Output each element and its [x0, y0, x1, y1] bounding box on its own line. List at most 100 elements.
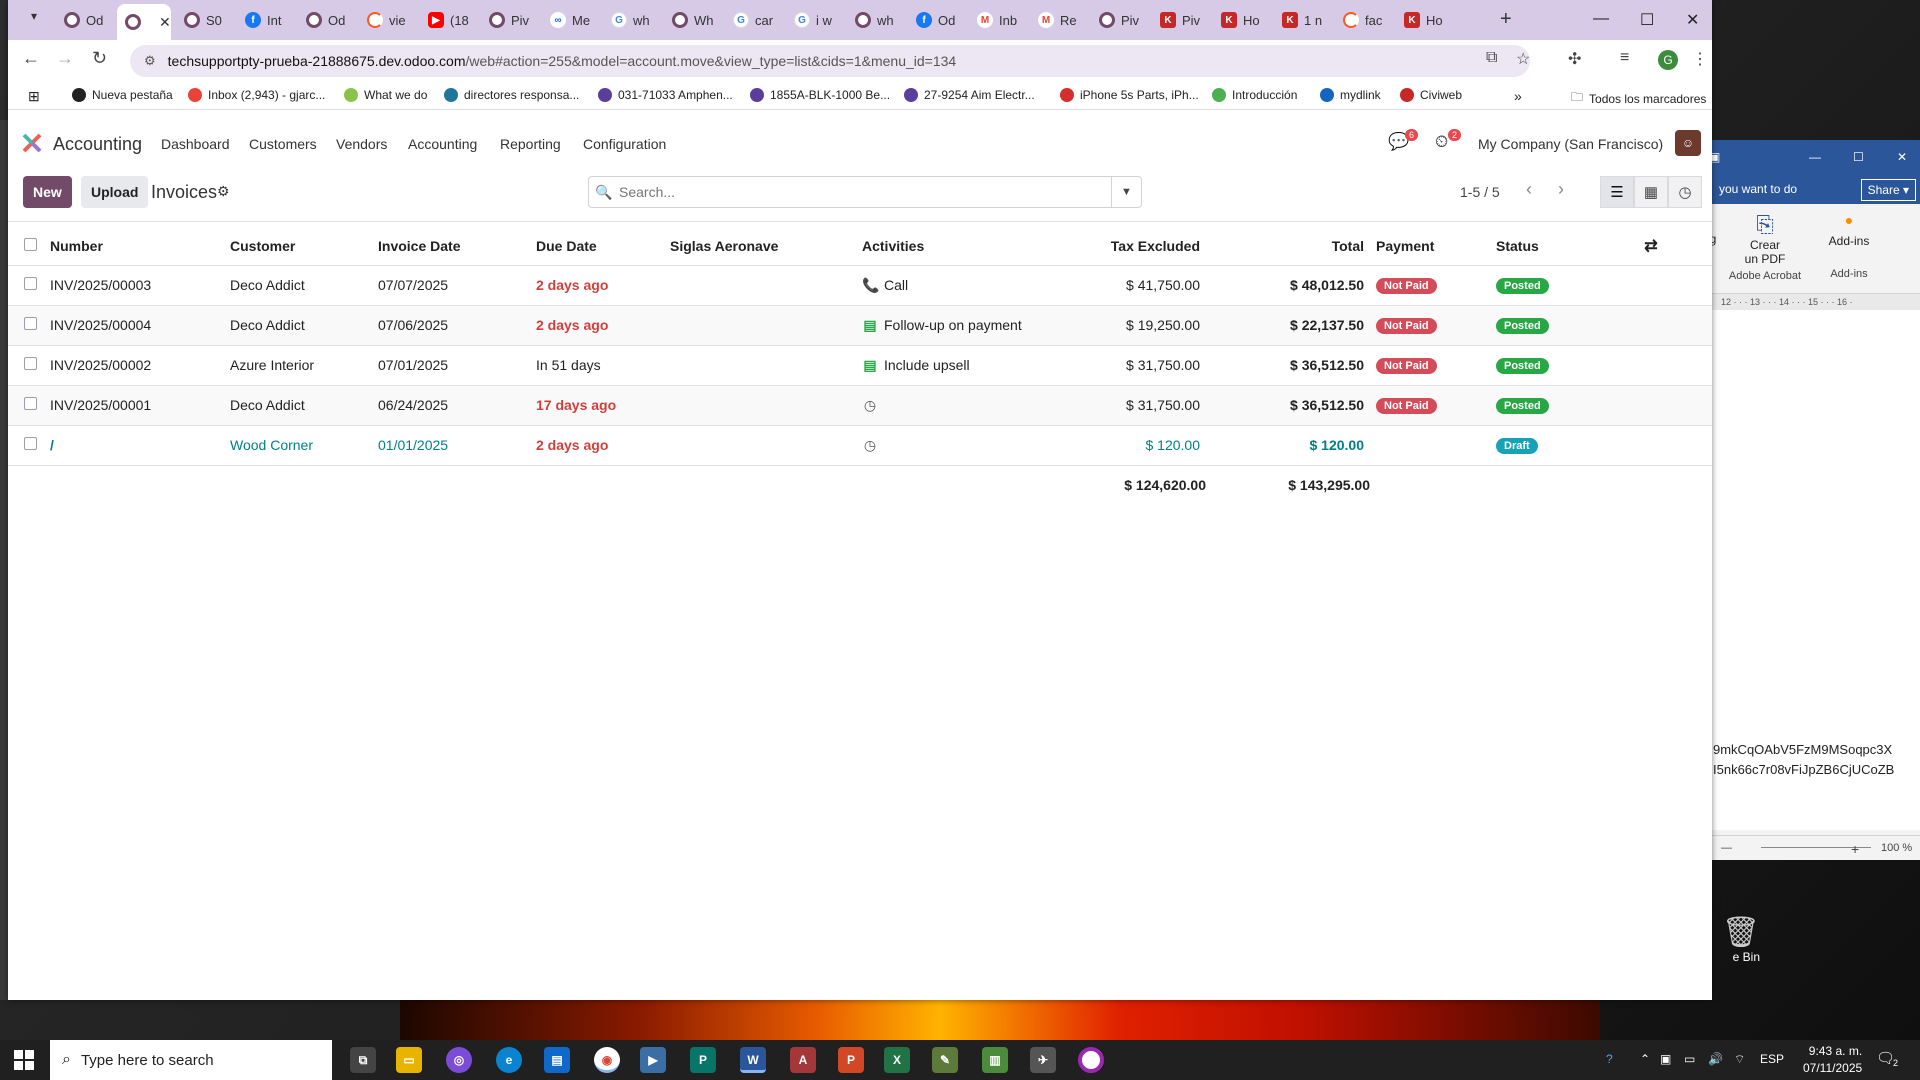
- extensions-icon[interactable]: ✣: [1568, 49, 1581, 69]
- table-row[interactable]: INV/2025/00004 Deco Addict 07/06/2025 2 day…: [8, 305, 1712, 346]
- bookmark-star-icon[interactable]: ☆: [1516, 49, 1530, 69]
- browser-tab[interactable]: Gwh: [603, 4, 659, 36]
- battery-icon[interactable]: ▭: [1684, 1052, 1695, 1066]
- activity-cell[interactable]: ▤ Follow-up on payment: [856, 305, 1056, 346]
- minimize-button[interactable]: —: [1593, 10, 1609, 28]
- tab-search-button[interactable]: ▾: [22, 9, 46, 31]
- copilot-icon[interactable]: ◎: [446, 1047, 472, 1073]
- optional-columns-icon[interactable]: ⇄: [1590, 227, 1712, 266]
- table-row[interactable]: INV/2025/00002 Azure Interior 07/01/2025 In…: [8, 345, 1712, 386]
- table-row[interactable]: INV/2025/00001 Deco Addict 06/24/2025 17 da…: [8, 385, 1712, 426]
- browser-tab[interactable]: M Re: [1030, 4, 1086, 36]
- bookmark-item[interactable]: Introducción: [1212, 88, 1297, 102]
- chrome-icon[interactable]: ◉: [594, 1047, 620, 1073]
- bookmark-item[interactable]: iPhone 5s Parts, iPh...: [1060, 88, 1199, 102]
- activity-cell[interactable]: 📞 Call: [856, 265, 1056, 306]
- kanban-view-button[interactable]: ▦: [1634, 176, 1668, 208]
- col-due-date[interactable]: Due Date: [530, 227, 664, 266]
- word-icon[interactable]: W: [740, 1047, 766, 1073]
- back-button[interactable]: ←: [22, 48, 40, 69]
- col-status[interactable]: Status: [1490, 227, 1590, 266]
- site-info-icon[interactable]: ⚙: [144, 53, 156, 69]
- all-bookmarks-folder[interactable]: 🗀 Todos los marcadores: [1571, 88, 1706, 109]
- browser-tab[interactable]: Piv: [481, 4, 537, 36]
- forward-button[interactable]: →: [56, 48, 74, 69]
- browser-tab[interactable]: Piv: [1091, 4, 1147, 36]
- wifi-icon[interactable]: ⌔: [1734, 1052, 1745, 1067]
- browser-tab[interactable]: M Inb: [969, 4, 1025, 36]
- todo-icon[interactable]: ▤: [862, 317, 878, 334]
- activity-view-button[interactable]: ◷: [1668, 176, 1702, 208]
- close-tab-icon[interactable]: ✕: [159, 14, 171, 31]
- activity-cell[interactable]: ◷: [856, 385, 1056, 426]
- bookmark-item[interactable]: directores responsa...: [444, 88, 579, 102]
- create-pdf-button[interactable]: ⎘ Crear un PDF Adobe Acrobat: [1725, 212, 1805, 282]
- network-icon[interactable]: ▣: [1660, 1052, 1671, 1066]
- browser-tab[interactable]: f Od: [908, 4, 964, 36]
- clock-icon[interactable]: ◷: [862, 437, 878, 454]
- browser-tab[interactable]: fac: [1335, 4, 1391, 36]
- odoo-app-icon[interactable]: [1078, 1047, 1104, 1073]
- col-total[interactable]: Total: [1206, 227, 1370, 266]
- activity-cell[interactable]: ▤ Include upsell: [856, 345, 1056, 386]
- media-player-icon[interactable]: ▶: [640, 1047, 666, 1073]
- close-window-button[interactable]: ✕: [1686, 10, 1699, 30]
- menu-configuration[interactable]: Configuration: [583, 136, 666, 152]
- bookmark-item[interactable]: mydlink: [1320, 88, 1381, 102]
- install-app-icon[interactable]: ⧉: [1486, 49, 1497, 67]
- bookmark-item[interactable]: Inbox (2,943) - gjarc...: [188, 88, 325, 102]
- file-explorer-icon[interactable]: ▭: [396, 1047, 422, 1073]
- gear-icon[interactable]: ⚙: [217, 183, 230, 200]
- menu-reporting[interactable]: Reporting: [500, 136, 561, 152]
- col-activities[interactable]: Activities: [856, 227, 1056, 266]
- browser-tab[interactable]: Gi w: [786, 4, 842, 36]
- taskbar-search[interactable]: ⌕ Type here to search: [50, 1040, 332, 1080]
- language-indicator[interactable]: ESP: [1760, 1052, 1784, 1066]
- browser-tab[interactable]: vie: [359, 4, 415, 36]
- apps-grid-icon[interactable]: ⊞: [28, 88, 40, 105]
- access-icon[interactable]: A: [790, 1047, 816, 1073]
- word-tell-me[interactable]: you want to do: [1719, 182, 1797, 196]
- zoom-out-button[interactable]: —: [1721, 842, 1732, 854]
- browser-tab[interactable]: K 1 n: [1274, 4, 1330, 36]
- profile-avatar[interactable]: G: [1658, 50, 1678, 70]
- edge-icon[interactable]: e: [496, 1047, 522, 1073]
- todo-icon[interactable]: ▤: [862, 357, 878, 374]
- table-row[interactable]: / Wood Corner 01/01/2025 2 days ago ◷ $ 120.0…: [8, 425, 1712, 466]
- word-close-button[interactable]: ✕: [1897, 150, 1907, 164]
- activities-icon[interactable]: ⏲: [1435, 132, 1448, 152]
- browser-tab[interactable]: Gcar: [725, 4, 781, 36]
- volume-icon[interactable]: 🔊: [1708, 1052, 1723, 1066]
- browser-tab[interactable]: S0: [176, 4, 232, 36]
- browser-tab[interactable]: Od: [56, 4, 112, 36]
- browser-tab[interactable]: Od: [298, 4, 354, 36]
- pager-previous-button[interactable]: ‹: [1526, 179, 1532, 200]
- store-icon[interactable]: ▤: [544, 1047, 570, 1073]
- row-checkbox[interactable]: [8, 385, 44, 426]
- upload-button[interactable]: Upload: [81, 176, 149, 208]
- tray-expand-icon[interactable]: ⌃: [1640, 1052, 1650, 1066]
- select-all-checkbox[interactable]: [8, 227, 44, 266]
- menu-dashboard[interactable]: Dashboard: [161, 136, 230, 152]
- col-payment[interactable]: Payment: [1370, 227, 1490, 266]
- notepad-icon[interactable]: ▥: [982, 1047, 1008, 1073]
- col-tax-excluded[interactable]: Tax Excluded: [1056, 227, 1206, 266]
- row-checkbox[interactable]: [8, 265, 44, 306]
- excel-icon[interactable]: X: [884, 1047, 910, 1073]
- table-row[interactable]: INV/2025/00003 Deco Addict 07/07/2025 2 day…: [8, 265, 1712, 306]
- activity-cell[interactable]: ◷: [856, 425, 1056, 466]
- row-checkbox[interactable]: [8, 305, 44, 346]
- search-options-toggle[interactable]: ▼: [1111, 177, 1141, 207]
- pager-value[interactable]: 1-5 / 5: [1460, 184, 1500, 200]
- list-view-button[interactable]: ☰: [1600, 176, 1634, 208]
- app-name[interactable]: Accounting: [53, 134, 142, 155]
- browser-tab[interactable]: K Ho: [1213, 4, 1269, 36]
- app-plane-icon[interactable]: ✈: [1030, 1047, 1056, 1073]
- browser-menu-icon[interactable]: ⋮: [1692, 49, 1708, 69]
- word-share-button[interactable]: Share ▾: [1860, 179, 1916, 201]
- browser-tab[interactable]: K Ho: [1396, 4, 1452, 36]
- address-bar[interactable]: ⚙ techsupportpty-prueba-21888675.dev.odo…: [130, 45, 1530, 77]
- accounting-app-icon[interactable]: [22, 133, 42, 153]
- col-invoice-date[interactable]: Invoice Date: [372, 227, 530, 266]
- menu-customers[interactable]: Customers: [249, 136, 317, 152]
